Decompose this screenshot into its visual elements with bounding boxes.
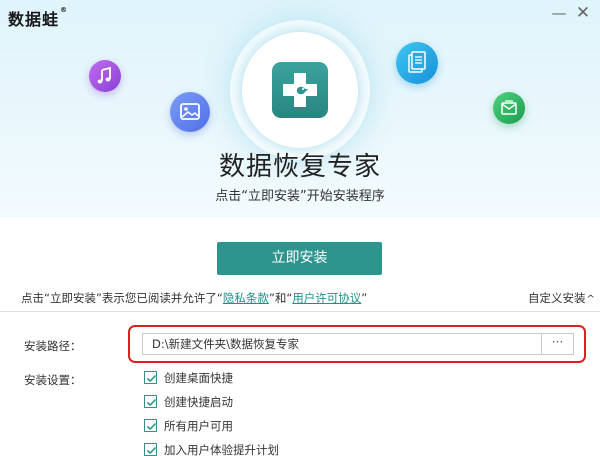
music-icon — [89, 60, 121, 92]
medical-cross-app-icon — [272, 62, 328, 118]
hero-banner: 数据蛙® — ✕ 数据恢复专家 点击“立即安装”开始安装程序 — [0, 0, 600, 218]
install-now-button[interactable]: 立即安装 — [217, 242, 382, 275]
logo-text: 数据蛙 — [8, 10, 60, 29]
page-title: 数据恢复专家 — [218, 152, 381, 182]
option-label: 所有用户可用 — [164, 419, 233, 433]
logo-trademark: ® — [60, 6, 69, 14]
mail-icon — [493, 92, 525, 124]
checkbox[interactable] — [144, 419, 157, 432]
agreement-prefix: 点击“立即安装”表示您已阅读并允许了“ — [21, 291, 223, 305]
privacy-policy-link[interactable]: 隐私条款 — [223, 291, 269, 305]
checkbox[interactable] — [144, 443, 157, 456]
agreement-suffix: ” — [361, 291, 368, 305]
install-settings-label: 安装设置： — [24, 373, 82, 387]
divider — [0, 311, 600, 312]
browse-button[interactable]: ··· — [541, 334, 573, 354]
page-subtitle: 点击“立即安装”开始安装程序 — [215, 189, 385, 204]
install-path-input[interactable] — [143, 334, 541, 354]
agreement-middle: ”和“ — [268, 291, 293, 305]
install-path-box: ··· — [142, 333, 574, 355]
option-label: 创建桌面快捷 — [164, 371, 233, 385]
option-label: 创建快捷启动 — [164, 395, 233, 409]
document-icon — [396, 42, 438, 84]
agreement-text: 点击“立即安装”表示您已阅读并允许了“隐私条款”和“用户许可协议” — [21, 290, 367, 306]
option-label: 加入用户体验提升计划 — [164, 443, 279, 456]
app-logo: 数据蛙® — [8, 6, 68, 30]
chevron-up-icon: ^ — [586, 294, 595, 305]
close-button[interactable]: ✕ — [574, 4, 592, 22]
custom-install-toggle[interactable]: 自定义安装^ — [528, 290, 595, 306]
checkbox[interactable] — [144, 395, 157, 408]
image-icon — [170, 92, 210, 132]
install-path-label: 安装路径： — [24, 339, 82, 353]
license-agreement-link[interactable]: 用户许可协议 — [292, 291, 361, 305]
custom-install-label: 自定义安装 — [528, 291, 586, 305]
minimize-button[interactable]: — — [550, 4, 568, 22]
checkbox[interactable] — [144, 371, 157, 384]
